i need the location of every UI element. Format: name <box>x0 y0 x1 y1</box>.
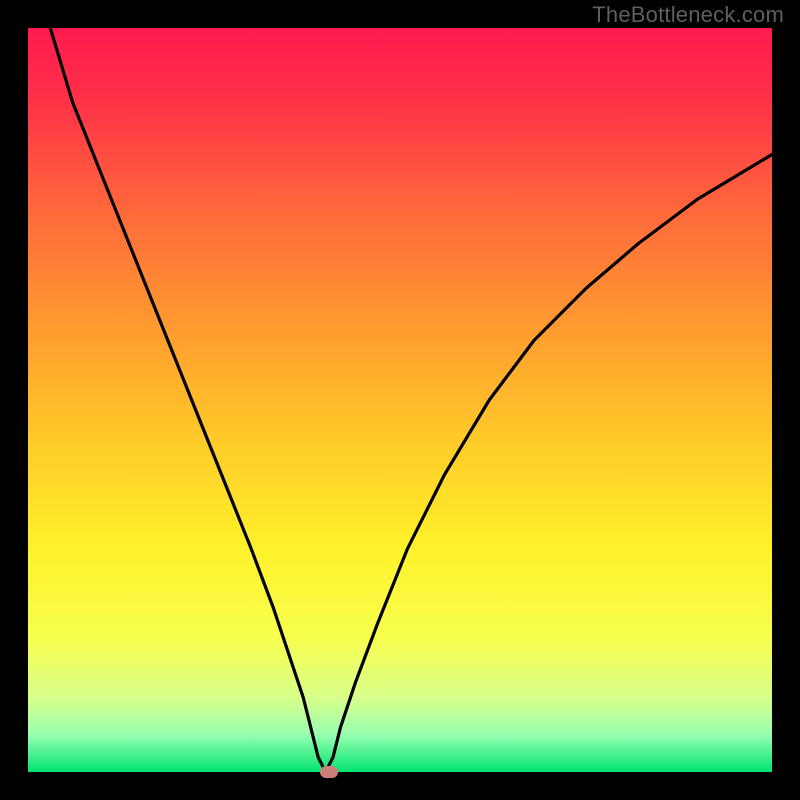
chart-frame: TheBottleneck.com <box>0 0 800 800</box>
plot-svg <box>28 28 772 772</box>
minimum-marker <box>320 766 338 778</box>
watermark-text: TheBottleneck.com <box>592 2 784 28</box>
plot-area <box>28 28 772 772</box>
gradient-rect <box>28 28 772 772</box>
